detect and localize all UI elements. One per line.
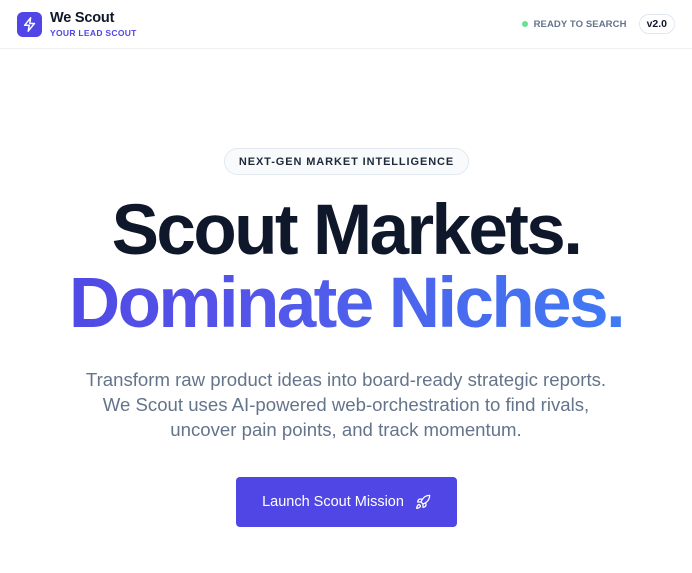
status-indicator: READY TO SEARCH xyxy=(521,18,627,30)
status-text: READY TO SEARCH xyxy=(533,18,627,30)
rocket-icon xyxy=(415,494,431,510)
status-dot-icon xyxy=(521,21,528,27)
brand-tagline: YOUR LEAD SCOUT xyxy=(50,27,137,38)
description-line: uncover pain points, and track momentum. xyxy=(170,419,522,440)
brand-logo-link[interactable]: We Scout YOUR LEAD SCOUT xyxy=(17,11,137,37)
headline-gradient: Dominate Niches. xyxy=(0,264,692,344)
eyebrow-badge: NEXT-GEN MARKET INTELLIGENCE xyxy=(224,148,469,175)
app-header: We Scout YOUR LEAD SCOUT READY TO SEARCH… xyxy=(0,0,692,49)
brand-name: We Scout xyxy=(50,10,115,26)
hero-section: NEXT-GEN MARKET INTELLIGENCE Scout Marke… xyxy=(0,49,692,573)
description-line: We Scout uses AI-powered web-orchestrati… xyxy=(102,394,590,415)
headline-primary: Scout Markets. xyxy=(111,191,583,270)
launch-scout-mission-button[interactable]: Launch Scout Mission xyxy=(236,477,457,527)
description-line: Transform raw product ideas into board-r… xyxy=(85,369,607,390)
version-badge: v2.0 xyxy=(638,14,675,34)
cta-label: Launch Scout Mission xyxy=(262,494,404,510)
lightning-bolt-icon xyxy=(17,11,42,37)
header-status-area: READY TO SEARCH v2.0 xyxy=(521,14,675,34)
brand-text: We Scout YOUR LEAD SCOUT xyxy=(50,11,137,37)
hero-description: Transform raw product ideas into board-r… xyxy=(40,367,652,442)
